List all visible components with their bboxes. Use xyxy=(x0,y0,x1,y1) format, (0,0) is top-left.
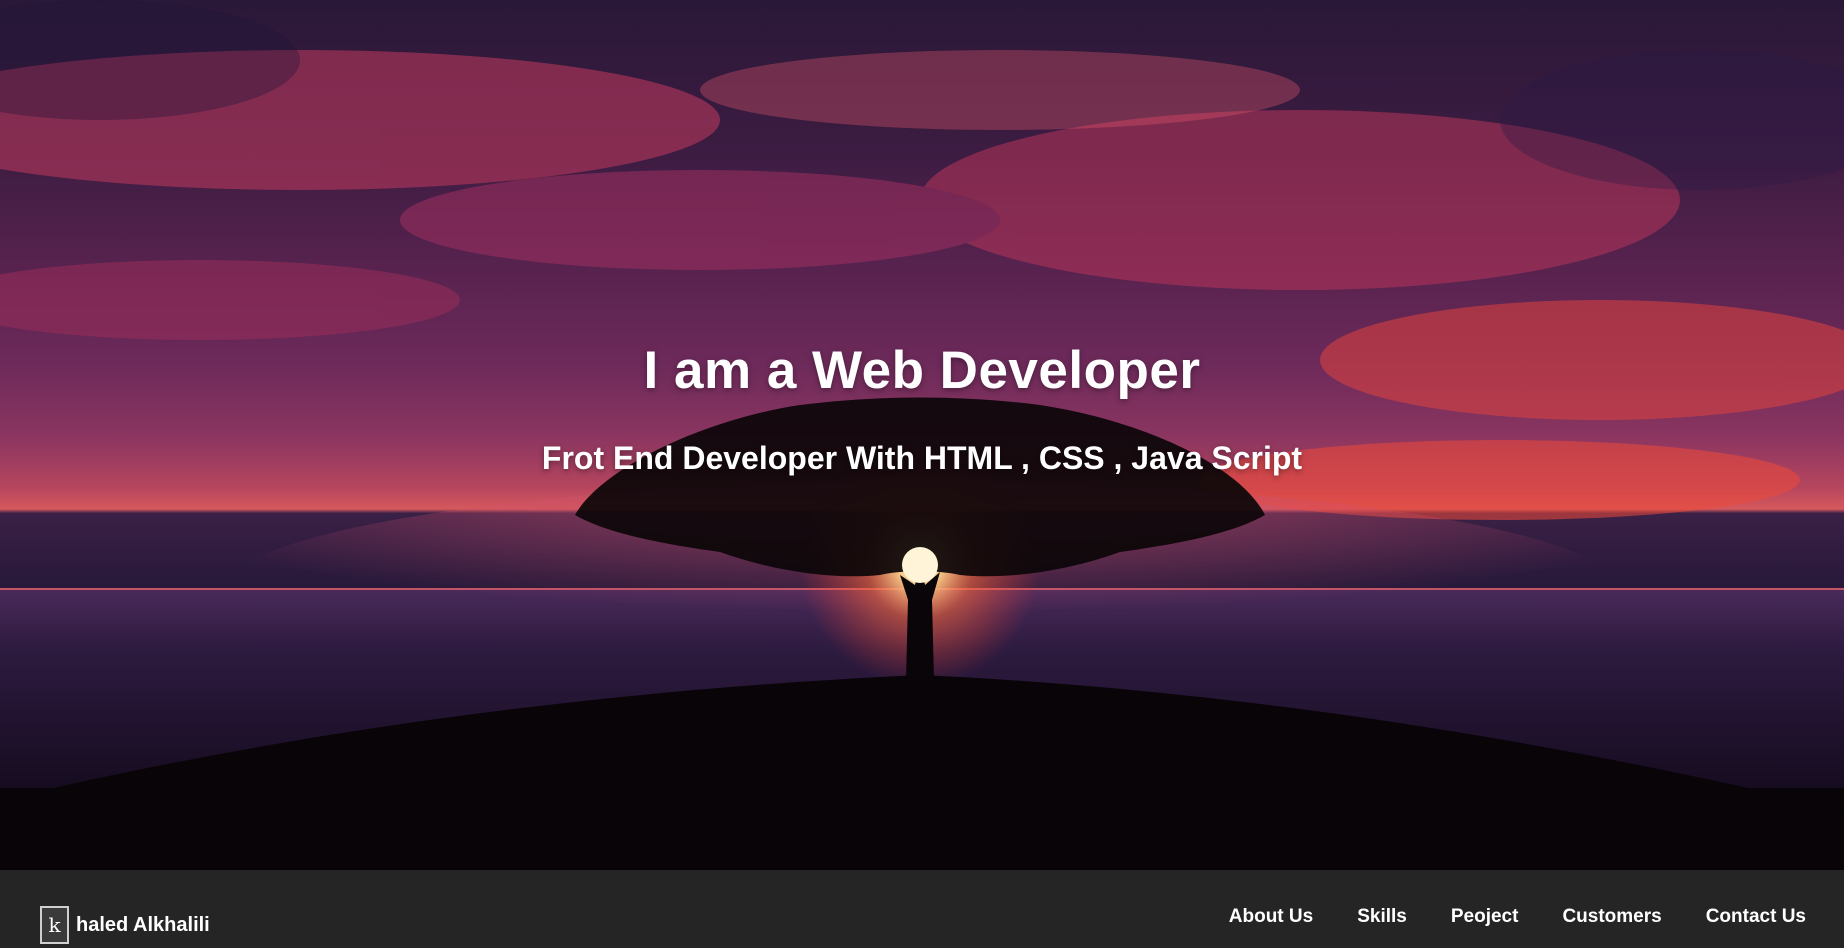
hero-subheadline: Frot End Developer With HTML , CSS , Jav… xyxy=(541,440,1303,476)
nav-link-about-us[interactable]: About Us xyxy=(1229,906,1313,928)
nav-link-skills[interactable]: Skills xyxy=(1357,906,1407,928)
nav-link-customers[interactable]: Customers xyxy=(1562,906,1661,928)
nav-link-contact-us[interactable]: Contact Us xyxy=(1706,906,1806,928)
nav-link-project[interactable]: Peoject xyxy=(1451,906,1519,928)
site-logo[interactable]: k haled Alkhalili xyxy=(40,906,210,944)
logo-letter-box: k xyxy=(40,906,69,944)
bottom-navbar: k haled Alkhalili About Us Skills Peojec… xyxy=(0,870,1844,948)
hero-section: I am a Web Developer Frot End Developer … xyxy=(0,0,1844,870)
hero-headline: I am a Web Developer xyxy=(643,341,1201,400)
hero-background-image xyxy=(0,0,1844,870)
nav-links: About Us Skills Peoject Customers Contac… xyxy=(1185,906,1806,928)
logo-name: haled Alkhalili xyxy=(76,913,210,936)
